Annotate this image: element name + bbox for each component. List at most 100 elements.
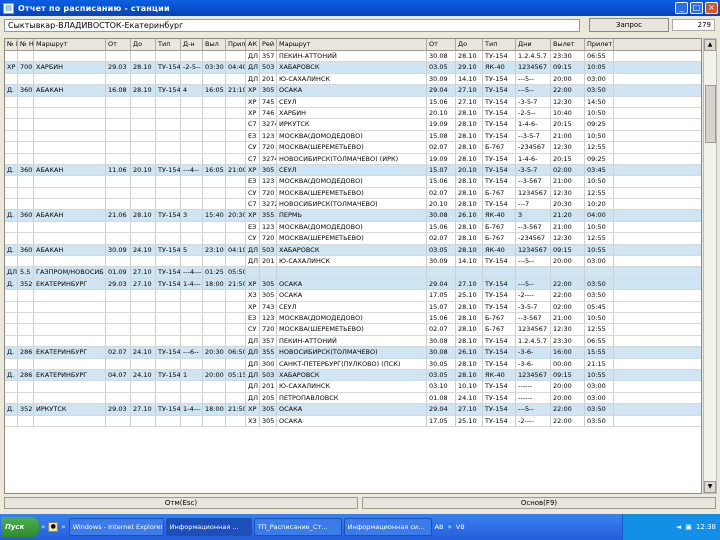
table-row[interactable]: ХЗ 305 ОСАКА 17.05 25.10 ТУ-154 -2---- 22:00 03:…: [5, 290, 701, 302]
cell-arr2: 10:50: [585, 107, 614, 119]
language-indicator-1[interactable]: AB: [433, 523, 446, 531]
cell-route: [34, 153, 106, 164]
table-row[interactable]: ДЛ 300 САНКТ-ПЕТЕРБУРГ(ПУЛКОВО) (ПСК) 30.05…: [5, 358, 701, 370]
cell-dep: [203, 312, 226, 324]
taskbar-button-info-active[interactable]: Информационная ...: [165, 518, 252, 536]
column-header-days2[interactable]: Дни: [516, 39, 551, 50]
start-button[interactable]: Пуск: [1, 517, 39, 537]
cell-arr: 21:10: [228, 85, 246, 96]
table-row[interactable]: ХР 746 ХАРБИН 20.10 28.10 ТУ-154 -2-5-- 10:40 10…: [5, 107, 701, 120]
cell-flight2: 300: [260, 358, 277, 369]
table-row[interactable]: СУ 720 МОСКВА(ШЕРЕМЕТЬЕВО) 02.07 28.10 Б-767-…: [5, 142, 701, 154]
column-header-days[interactable]: Д-н: [181, 39, 203, 50]
language-indicator-2[interactable]: VB: [454, 523, 467, 531]
table-row[interactable]: ДЛ 201 Ю-САХАЛИНСК 03.10 10.10 ТУ-154 ------ 20…: [5, 381, 701, 393]
column-header-from2[interactable]: От: [427, 39, 456, 50]
cell-dep2: 20:00: [551, 73, 585, 85]
table-row[interactable]: ЕЗ 123 МОСКВА(ДОМОДЕДОВО) 15.08 28.10 ТУ-154-…: [5, 130, 701, 143]
route-filter-input[interactable]: Сыктывкар-ВЛАДИВОСТОК-Екатеринбург: [4, 19, 580, 32]
close-button[interactable]: ×: [705, 2, 718, 14]
quicklaunch-app-icon[interactable]: ●: [48, 522, 59, 532]
volume-icon[interactable]: ◄: [676, 523, 681, 531]
vertical-scrollbar[interactable]: ▲ ▼: [703, 38, 717, 494]
table-row[interactable]: Д. 352 ИРКУТСК 29.03 27.10 ТУ-154 1-4--- 18:00 2…: [5, 404, 701, 416]
main-button[interactable]: Основ(F9): [362, 497, 716, 509]
cell-flight: 352: [20, 404, 34, 415]
cell-airline: Д.: [5, 244, 18, 256]
window-title-bar[interactable]: ▤ Отчет по расписанию - станции _ □ ×: [0, 0, 720, 16]
query-button[interactable]: Запрос: [589, 18, 669, 32]
minimize-button[interactable]: _: [675, 2, 688, 14]
column-header-type[interactable]: Тип: [156, 39, 181, 50]
table-row[interactable]: СУ 720 МОСКВА(ШЕРЕМЕТЬЕВО) 02.07 28.10 Б-767-…: [5, 233, 701, 245]
column-header-dep[interactable]: Выл: [203, 39, 226, 50]
table-row[interactable]: ХЗ 305 ОСАКА 17.05 25.10 ТУ-154 -2---- 22:00 03:…: [5, 415, 701, 427]
table-row[interactable]: С7 3274 НОВОСИБИРСК(ТОЛМАЧЕВО) (ИРК) 19.09 2…: [5, 153, 701, 165]
taskbar-button-ie[interactable]: Windows - Internet Explorer: [68, 518, 164, 536]
taskbar-button-schedule[interactable]: ТП_Расписание_Ст...: [253, 518, 342, 536]
table-row[interactable]: ДЛ 5.5 ГАЗПРОМ/НОВОСИБ 01.09 27.10 ТУ-154 ---4…: [5, 267, 701, 279]
table-row[interactable]: ХР 700 ХАРБИН 29.03 28.10 ТУ-154 -2-5-- 03:30 04…: [5, 62, 701, 74]
network-icon[interactable]: ▣: [685, 523, 692, 531]
table-row[interactable]: Д. 360 АБАКАН 21.06 28.10 ТУ-154 3 15:40 20:30 ХР…: [5, 210, 701, 222]
cell-flight2: 305: [260, 290, 277, 301]
taskbar-button-info-2[interactable]: Информационная си...: [343, 518, 432, 536]
maximize-button[interactable]: □: [690, 2, 703, 14]
cell-to2: 28.10: [456, 153, 483, 164]
scroll-up-icon[interactable]: ▲: [704, 39, 716, 51]
cell-days2: -234567: [516, 233, 551, 244]
cell-airline: [5, 415, 18, 426]
table-row[interactable]: Д. 360 АБАКАН 30.09 24.10 ТУ-154 5 23:10 04:10 ДЛ…: [5, 244, 701, 257]
table-row[interactable]: ХР 743 СЕУЛ 15.07 28.10 ТУ-154 -3-5-7 02:00 05:4…: [5, 301, 701, 313]
table-row[interactable]: ДЛ 357 ПЕКИН-АТТОНИЙ 30.08 28.10 ТУ-154 1.2.4.…: [5, 51, 701, 63]
table-row[interactable]: ДЛ 357 ПЕКИН-АТТОНИЙ 30.08 28.10 ТУ-154 1.2.4.…: [5, 335, 701, 348]
cell-from2: 15.06: [427, 176, 456, 187]
column-header-dep2[interactable]: Вылет: [551, 39, 585, 50]
column-header-airline2[interactable]: АК: [246, 39, 260, 50]
column-header-to[interactable]: До: [131, 39, 156, 50]
quicklaunch-chevron-icon[interactable]: »: [41, 523, 45, 531]
column-header-flight2[interactable]: Рей: [260, 39, 277, 50]
cell-from: 29.03: [106, 278, 131, 290]
table-row[interactable]: ДЛ 205 ПЕТРОПАВЛОВСК 01.08 24.10 ТУ-154 ------…: [5, 392, 701, 405]
table-row[interactable]: ЕЗ 123 МОСКВА(ДОМОДЕДОВО) 15.06 28.10 Б-767 --…: [5, 221, 701, 234]
table-row[interactable]: Д. 286 ЕКАТЕРИНБУРГ 04.07 24.10 ТУ-154 1 20:00 0…: [5, 369, 701, 382]
column-header-type2[interactable]: Тип: [483, 39, 516, 50]
cell-days2: ---5--: [516, 73, 551, 85]
table-row[interactable]: ХР 745 СЕУЛ 15.06 27.10 ТУ-154 -3-5-7 12:30 14:5…: [5, 96, 701, 108]
table-row[interactable]: Д. 286 ЕКАТЕРИНБУРГ 02.07 24.10 ТУ-154 ---6-- 2…: [5, 347, 701, 359]
table-row[interactable]: Д. 352 ЕКАТЕРИНБУРГ 29.03 27.10 ТУ-154 1-4--- 1…: [5, 278, 701, 291]
cell-to2: 26.10: [456, 210, 483, 221]
column-header-flight[interactable]: № Но: [18, 39, 34, 50]
table-row[interactable]: СУ 720 МОСКВА(ШЕРЕМЕТЬЕВО) 02.07 28.10 Б-767 1…: [5, 187, 701, 200]
cell-airline: ДЛ: [7, 267, 18, 278]
table-row[interactable]: ЕЗ 123 МОСКВА(ДОМОДЕДОВО) 15.06 28.10 Б-767 --…: [5, 312, 701, 325]
cell-days2: 1234567: [516, 324, 551, 335]
table-row[interactable]: Д. 360 АБАКАН 16.08 28.10 ТУ-154 4 16:05 21:10 ХР…: [5, 85, 701, 97]
column-header-from[interactable]: От: [106, 39, 131, 50]
column-header-arr[interactable]: Прил: [226, 39, 246, 50]
cell-airline2: ДЛ: [246, 256, 260, 267]
schedule-grid[interactable]: № Но№ НоМаршрутОтДоТипД-нВылПрилАКРейМар…: [4, 38, 702, 494]
scroll-thumb[interactable]: [705, 85, 716, 143]
column-header-route[interactable]: Маршрут: [34, 39, 106, 50]
column-header-arr2[interactable]: Прилет: [585, 39, 614, 50]
table-row[interactable]: С7 3272 НОВОСИБИРСК(ТОЛМАЧЕВО) 20.10 28.10 ТУ…: [5, 199, 701, 211]
cell-airline: [5, 130, 18, 142]
cell-to: [131, 176, 156, 187]
column-header-to2[interactable]: До: [456, 39, 483, 50]
table-row[interactable]: Д. 360 АБАКАН 11.06 20.10 ТУ-154 ---4-- 16:05 21…: [5, 164, 701, 177]
table-row[interactable]: С7 3274 ИРКУТСК 19.09 28.10 ТУ-154 1-4-6- 20:15…: [5, 119, 701, 131]
cell-dep2: 20:15: [551, 153, 585, 164]
table-row[interactable]: СУ 720 МОСКВА(ШЕРЕМЕТЬЕВО) 02.07 28.10 Б-767 1…: [5, 324, 701, 336]
cell-flight2: 201: [260, 381, 277, 392]
taskbar-chevron-icon-2[interactable]: »: [448, 523, 452, 531]
column-header-airline[interactable]: № Но: [5, 39, 18, 50]
table-row[interactable]: ДЛ 201 Ю-САХАЛИНСК 30.09 14.10 ТУ-154 ---5-- 20…: [5, 256, 701, 268]
column-header-route2[interactable]: Маршрут: [277, 39, 427, 50]
taskbar-chevron-icon[interactable]: »: [61, 523, 65, 531]
cancel-button[interactable]: Отм(Esc): [4, 497, 358, 509]
scroll-down-icon[interactable]: ▼: [704, 481, 716, 493]
table-row[interactable]: ЕЗ 123 МОСКВА(ДОМОДЕДОВО) 15.06 28.10 ТУ-154-…: [5, 176, 701, 188]
table-row[interactable]: ДЛ 201 Ю-САХАЛИНСК 30.09 14.10 ТУ-154 ---5-- 20…: [5, 73, 701, 86]
